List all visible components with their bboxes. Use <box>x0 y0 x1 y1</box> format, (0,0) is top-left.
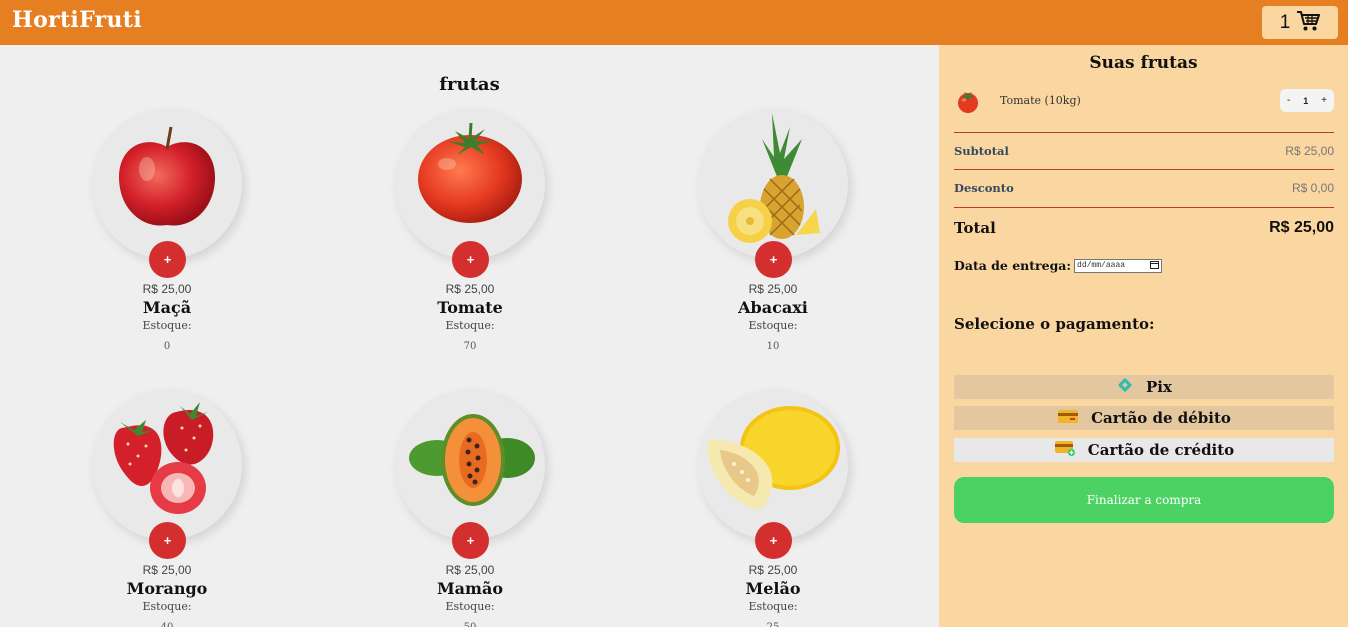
add-to-cart-button[interactable]: + <box>452 522 489 559</box>
apple-image <box>118 126 216 226</box>
stock-value: 25 <box>673 622 873 627</box>
delivery-date-row: Data de entrega: dd/mm/aaaa <box>954 258 1163 273</box>
stock-label: Estoque: <box>748 319 798 332</box>
product-name: Morango <box>126 579 208 598</box>
product-image-frame <box>698 109 848 259</box>
payment-option-debit[interactable]: Cartão de débito <box>954 406 1334 430</box>
stock-label: Estoque: <box>445 319 495 332</box>
stock-value: 70 <box>463 341 477 352</box>
cart-icon <box>1296 10 1321 36</box>
papaya-image <box>409 414 535 506</box>
product-price: R$ 25,00 <box>748 282 798 296</box>
product-name: Mamão <box>436 579 504 598</box>
stock-value: 50 <box>370 622 570 627</box>
quantity-stepper: - 1 + <box>1280 89 1334 112</box>
delivery-date-input[interactable]: dd/mm/aaaa <box>1074 258 1163 273</box>
quantity-value: 1 <box>1303 95 1309 106</box>
product-name: Tomate <box>437 298 503 317</box>
cart-sidebar: Suas frutas Tomate (10kg) - 1 + Subtotal… <box>939 45 1348 627</box>
product-area: frutas + R$ 25,00 Maçã Estoque: 0 + R$ 2… <box>0 45 939 627</box>
stock-label: Estoque: <box>445 600 495 613</box>
total-value: R$ 25,00 <box>1269 219 1334 236</box>
payment-option-label: Cartão de débito <box>1091 409 1231 427</box>
product-name: Maçã <box>142 298 192 317</box>
add-to-cart-button[interactable]: + <box>149 522 186 559</box>
product-price: R$ 25,00 <box>748 563 798 577</box>
delivery-label: Data de entrega: <box>954 258 1072 273</box>
product-image-frame <box>92 109 242 259</box>
payment-option-credit[interactable]: Cartão de crédito <box>954 438 1334 462</box>
product-image-frame <box>92 390 242 540</box>
cart-button[interactable]: 1 <box>1262 6 1338 39</box>
product-price: R$ 25,00 <box>445 563 495 577</box>
product-image-frame <box>395 109 545 259</box>
logo[interactable]: HortiFruti <box>12 7 142 33</box>
stock-value: 0 <box>163 341 171 352</box>
strawberry-image <box>113 402 214 514</box>
tomato-image <box>418 122 522 223</box>
subtotal-value: R$ 25,00 <box>1285 144 1334 158</box>
cart-item-name: Tomate (10kg) <box>1000 94 1081 107</box>
total-row: Total R$ 25,00 <box>954 219 1334 237</box>
subtotal-label: Subtotal <box>954 144 1009 158</box>
section-title: frutas <box>439 74 500 95</box>
stock-value: 10 <box>766 341 780 352</box>
total-label: Total <box>954 219 996 237</box>
product-price: R$ 25,00 <box>142 563 192 577</box>
stock-value: 40 <box>67 622 267 627</box>
stock-label: Estoque: <box>142 319 192 332</box>
calendar-icon[interactable] <box>1150 260 1160 272</box>
divider <box>954 169 1334 170</box>
payment-option-pix[interactable]: Pix <box>954 375 1334 399</box>
divider <box>954 207 1334 208</box>
stock-label: Estoque: <box>748 600 798 613</box>
product-image-frame <box>698 390 848 540</box>
add-to-cart-button[interactable]: + <box>755 241 792 278</box>
add-to-cart-button[interactable]: + <box>755 522 792 559</box>
divider <box>954 132 1334 133</box>
stock-label: Estoque: <box>142 600 192 613</box>
add-to-cart-button[interactable]: + <box>452 241 489 278</box>
payment-option-label: Pix <box>1146 378 1172 396</box>
discount-label: Desconto <box>954 181 1014 195</box>
tomato-thumbnail <box>955 89 981 119</box>
payment-option-label: Cartão de crédito <box>1087 441 1235 459</box>
product-price: R$ 25,00 <box>142 282 192 296</box>
add-to-cart-button[interactable]: + <box>149 241 186 278</box>
decrease-button[interactable]: - <box>1287 95 1290 106</box>
payment-title: Selecione o pagamento: <box>954 315 1155 333</box>
cart-count: 1 <box>1279 11 1291 33</box>
pineapple-image <box>728 113 820 243</box>
finish-purchase-button[interactable]: Finalizar a compra <box>954 477 1334 523</box>
melon-image <box>707 406 840 510</box>
product-name: Abacaxi <box>738 298 808 317</box>
cart-item: Tomate (10kg) - 1 + <box>955 89 1334 115</box>
discount-value: R$ 0,00 <box>1291 181 1334 195</box>
top-bar: HortiFruti 1 <box>0 0 1348 45</box>
debit-card-icon <box>1057 408 1079 428</box>
product-name: Melão <box>745 579 801 598</box>
product-price: R$ 25,00 <box>445 282 495 296</box>
product-image-frame <box>395 390 545 540</box>
cart-title: Suas frutas <box>1089 53 1198 73</box>
date-placeholder: dd/mm/aaaa <box>1077 261 1126 270</box>
increase-button[interactable]: + <box>1321 95 1327 106</box>
pix-icon <box>1116 376 1134 398</box>
credit-card-icon <box>1054 440 1076 460</box>
